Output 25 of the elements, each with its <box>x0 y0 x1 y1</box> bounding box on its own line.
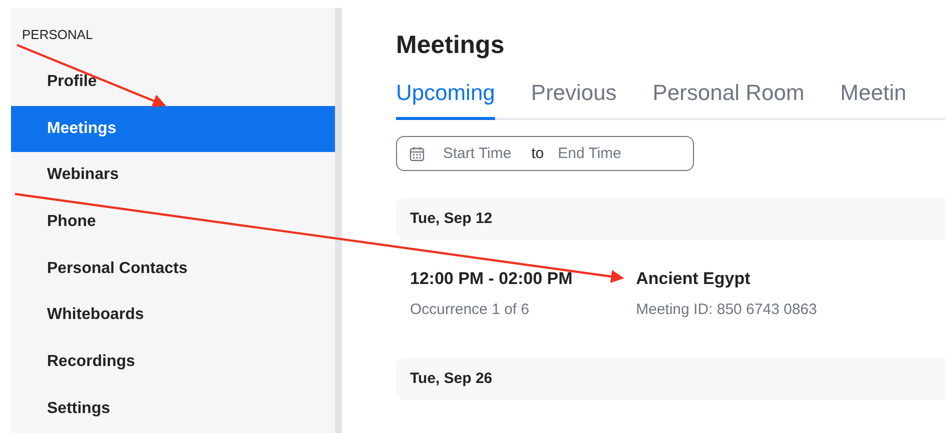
sidebar-item[interactable]: Personal Contacts <box>11 246 335 292</box>
calendar-icon <box>409 146 425 162</box>
sidebar-item[interactable]: Phone <box>11 199 335 246</box>
tab[interactable]: Previous <box>531 80 617 120</box>
sidebar-item[interactable]: Settings <box>11 386 335 432</box>
section-heading: PERSONAL <box>22 27 94 44</box>
start-time-placeholder: Start Time <box>443 145 512 162</box>
range-separator: to <box>531 145 544 162</box>
tab[interactable]: Personal Room <box>652 80 804 120</box>
end-time-placeholder: End Time <box>558 145 622 162</box>
date-range-field[interactable]: Start Time to End Time <box>396 136 694 171</box>
meeting-title[interactable]: Ancient Egypt <box>636 268 817 290</box>
sidebar-item[interactable]: Meetings <box>11 106 335 152</box>
occurrence-text: Occurrence 1 of 6 <box>410 301 530 318</box>
tab[interactable]: Meetin <box>840 80 906 120</box>
sidebar-item[interactable]: Whiteboards <box>11 292 335 340</box>
sidebar-item[interactable]: Webinars <box>11 152 335 200</box>
tab[interactable]: Upcoming <box>396 80 496 120</box>
meeting-id: Meeting ID: 850 6743 0863 <box>636 301 817 318</box>
date-header: Tue, Sep 26 <box>396 358 945 400</box>
meeting-time: 12:00 PM - 02:00 PM <box>410 268 574 290</box>
sidebar-item[interactable]: Profile <box>11 59 335 106</box>
sidebar-item[interactable]: Recordings <box>11 339 335 386</box>
page-title: Meetings <box>396 30 506 60</box>
date-header: Tue, Sep 12 <box>396 198 945 240</box>
